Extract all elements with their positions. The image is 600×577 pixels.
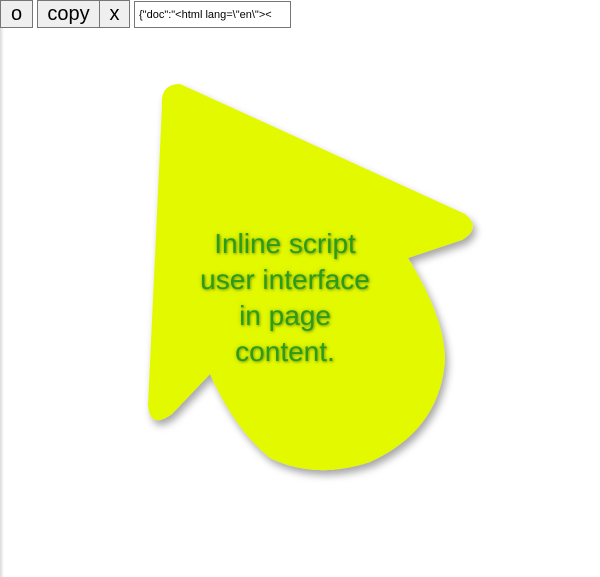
caption-line-2: user interface [200,264,370,295]
blob-caption: Inline script user interface in page con… [175,226,395,370]
caption-line-3: in page [239,300,331,331]
caption-line-1: Inline script [214,228,356,259]
caption-line-4: content. [235,336,335,367]
page: o copy x Inline script user interface in… [0,0,600,577]
